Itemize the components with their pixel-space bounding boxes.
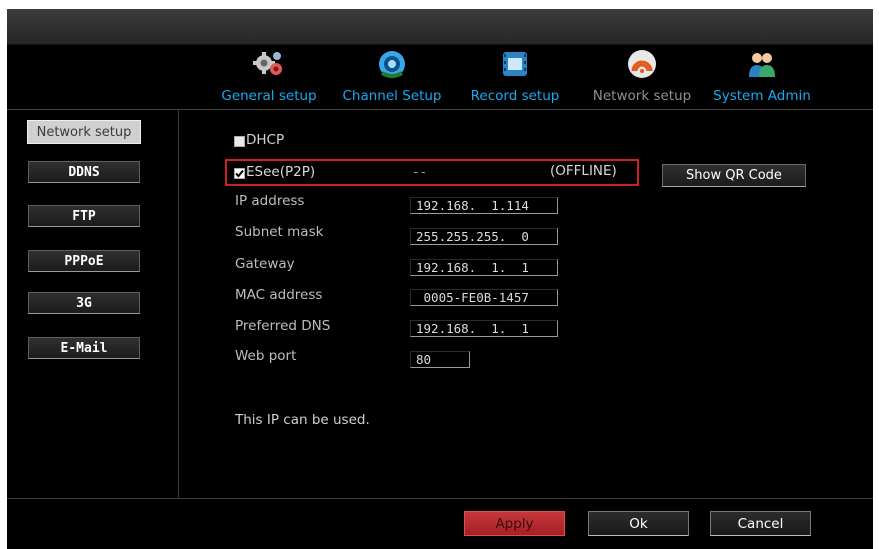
gears-icon xyxy=(253,49,285,79)
sidebar-item-ftp[interactable]: FTP xyxy=(28,205,140,227)
dhcp-label: DHCP xyxy=(246,132,285,148)
top-tab-bar: General setup Channel Setup Record setup xyxy=(7,45,873,110)
ip-address-label: IP address xyxy=(235,193,305,209)
vertical-divider xyxy=(178,109,179,499)
tab-label: Record setup xyxy=(470,88,560,104)
sidebar-item-ddns[interactable]: DDNS xyxy=(28,161,140,183)
esee-label: ESee(P2P) xyxy=(246,164,316,180)
sidebar: Network setup DDNS FTP PPPoE 3G E-Mail xyxy=(7,110,179,497)
sidebar-item-pppoe[interactable]: PPPoE xyxy=(28,250,140,272)
gateway-field[interactable]: 192.168. 1. 1 xyxy=(410,259,558,276)
preferred-dns-label: Preferred DNS xyxy=(235,318,331,334)
ip-address-field[interactable]: 192.168. 1.114 xyxy=(410,197,558,214)
mac-address-field[interactable]: 0005-FE0B-1457 xyxy=(410,289,558,306)
tab-record-setup[interactable]: Record setup xyxy=(463,45,567,109)
esee-id-value: -- xyxy=(412,164,428,179)
camera-icon xyxy=(376,49,408,79)
mac-address-label: MAC address xyxy=(235,287,323,303)
tab-network-setup[interactable]: Network setup xyxy=(585,45,699,109)
ok-button[interactable]: Ok xyxy=(588,511,689,536)
tab-label: System Admin xyxy=(713,88,811,104)
gateway-label: Gateway xyxy=(235,256,295,272)
esee-checkbox[interactable] xyxy=(234,168,245,179)
status-message: This IP can be used. xyxy=(235,412,370,428)
dhcp-checkbox[interactable] xyxy=(234,136,245,147)
tab-general-setup[interactable]: General setup xyxy=(215,45,323,109)
web-port-field[interactable]: 80 xyxy=(410,351,470,368)
preferred-dns-field[interactable]: 192.168. 1. 1 xyxy=(410,320,558,337)
wifi-icon xyxy=(626,49,658,79)
sidebar-item-3g[interactable]: 3G xyxy=(28,292,140,314)
tab-channel-setup[interactable]: Channel Setup xyxy=(337,45,447,109)
checkmark-icon xyxy=(235,169,244,178)
sidebar-item-email[interactable]: E-Mail xyxy=(28,337,140,359)
cancel-button[interactable]: Cancel xyxy=(710,511,811,536)
dvr-settings-window: General setup Channel Setup Record setup xyxy=(7,9,873,549)
subnet-mask-field[interactable]: 255.255.255. 0 xyxy=(410,228,558,245)
tab-system-admin[interactable]: System Admin xyxy=(709,45,815,109)
subnet-mask-label: Subnet mask xyxy=(235,224,324,240)
show-qr-code-button[interactable]: Show QR Code xyxy=(662,164,806,187)
tab-label: General setup xyxy=(221,88,317,104)
web-port-label: Web port xyxy=(235,348,297,364)
tab-label: Network setup xyxy=(592,88,692,104)
esee-status: (OFFLINE) xyxy=(550,163,617,179)
title-bar xyxy=(7,9,873,45)
users-icon xyxy=(746,49,778,79)
sidebar-item-network-setup[interactable]: Network setup xyxy=(27,120,141,144)
apply-button[interactable]: Apply xyxy=(464,511,565,536)
film-icon xyxy=(499,49,531,79)
tab-label: Channel Setup xyxy=(342,88,442,104)
